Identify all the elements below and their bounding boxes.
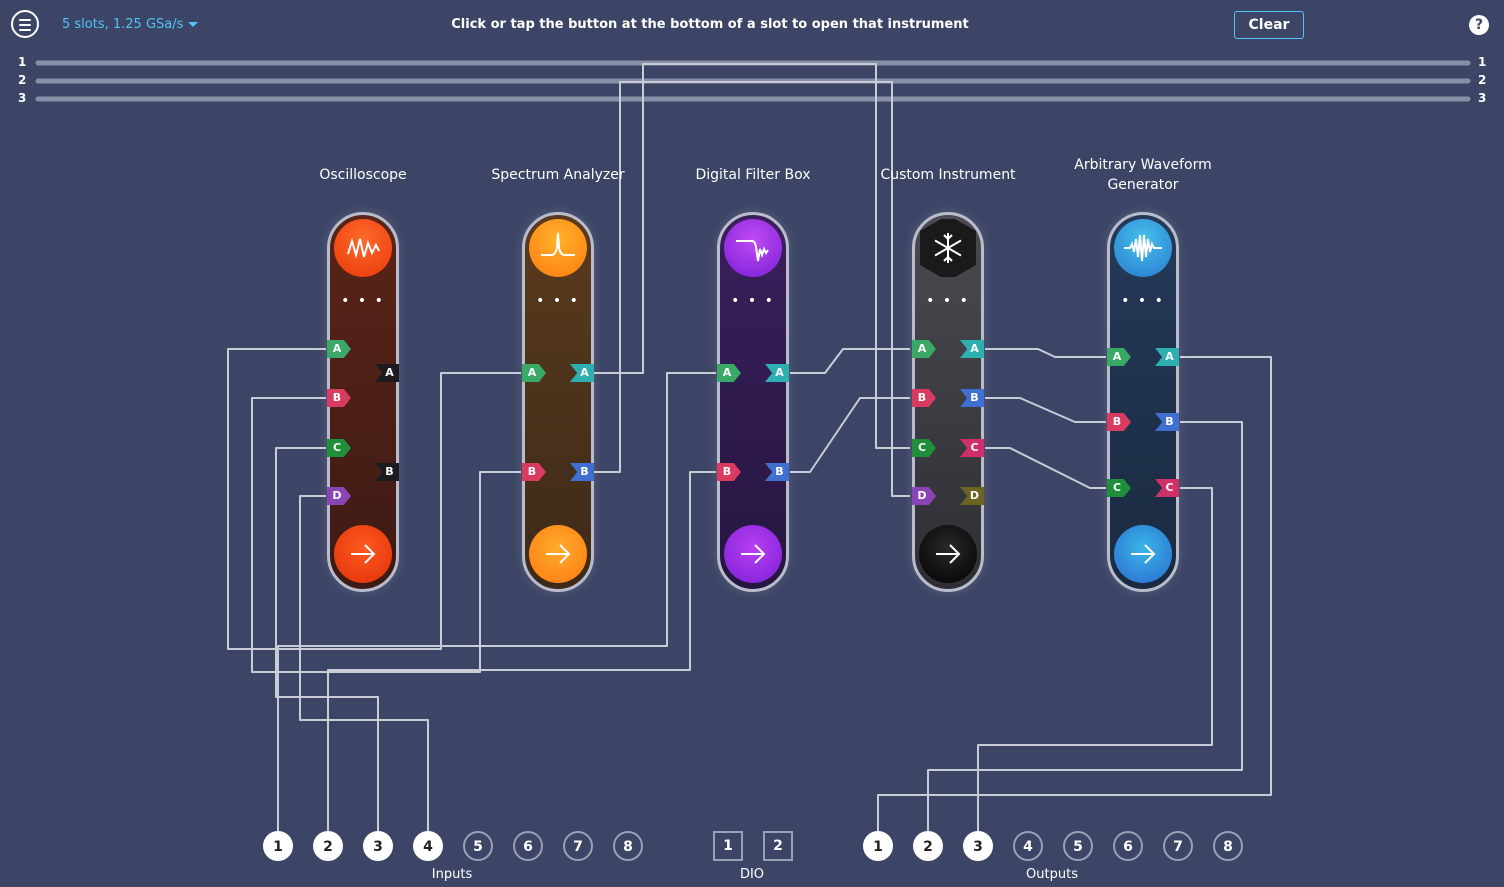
wire-in2-osc-b[interactable] — [251, 397, 329, 831]
output-6[interactable]: 6 — [1113, 831, 1143, 861]
bus-label-left-1: 1 — [18, 55, 27, 69]
input-5[interactable]: 5 — [463, 831, 493, 861]
wire-ci-a-awg-a[interactable] — [985, 348, 1106, 358]
waveform-icon[interactable] — [1114, 219, 1172, 277]
slot-title-oscilloscope: Oscilloscope — [319, 167, 407, 183]
slot-spectrum-analyzer: • • • — [522, 212, 594, 592]
slot-title-digital-filter-box: Digital Filter Box — [695, 167, 811, 183]
input-7[interactable]: 7 — [563, 831, 593, 861]
input-2[interactable]: 2 — [313, 831, 343, 861]
output-5[interactable]: 5 — [1063, 831, 1093, 861]
filter-icon[interactable] — [724, 219, 782, 277]
open-oscilloscope-button[interactable] — [334, 525, 392, 583]
input-4[interactable]: 4 — [413, 831, 443, 861]
wire-in1-sa-a[interactable] — [277, 372, 521, 831]
slot-menu-dots[interactable]: • • • — [915, 293, 981, 309]
snowflake-icon[interactable] — [919, 219, 977, 277]
dio-label: DIO — [739, 867, 765, 882]
slot-menu-dots[interactable]: • • • — [525, 293, 591, 309]
slot-menu-dots[interactable]: • • • — [1110, 293, 1176, 309]
slot-title-awg: Arbitrary Waveform Generator — [1074, 157, 1212, 193]
spectrum-icon[interactable] — [529, 219, 587, 277]
slot-menu-dots[interactable]: • • • — [330, 293, 396, 309]
output-4[interactable]: 4 — [1013, 831, 1043, 861]
oscilloscope-icon[interactable] — [334, 219, 392, 277]
bus-label-left-3: 3 — [18, 91, 27, 105]
slot-awg: • • • — [1107, 212, 1179, 592]
input-3[interactable]: 3 — [363, 831, 393, 861]
dio-2[interactable]: 2 — [763, 831, 793, 861]
slot-title-spectrum-analyzer: Spectrum Analyzer — [491, 167, 625, 183]
open-spectrum-analyzer-button[interactable] — [529, 525, 587, 583]
inputs-label: Inputs — [431, 867, 473, 882]
open-digital-filter-box-button[interactable] — [724, 525, 782, 583]
wire-ci-b-awg-b[interactable] — [985, 397, 1106, 423]
bus-label-right-3: 3 — [1478, 91, 1487, 105]
bus-label-right-1: 1 — [1478, 55, 1487, 69]
bus-label-right-2: 2 — [1478, 73, 1487, 87]
wire-ci-c-awg-c[interactable] — [985, 447, 1106, 489]
open-awg-button[interactable] — [1114, 525, 1172, 583]
input-8[interactable]: 8 — [613, 831, 643, 861]
output-1[interactable]: 1 — [863, 831, 893, 861]
dio-1[interactable]: 1 — [713, 831, 743, 861]
output-7[interactable]: 7 — [1163, 831, 1193, 861]
open-custom-instrument-button[interactable] — [919, 525, 977, 583]
slot-digital-filter-box: • • • — [717, 212, 789, 592]
output-2[interactable]: 2 — [913, 831, 943, 861]
bus-label-left-2: 2 — [18, 73, 27, 87]
output-8[interactable]: 8 — [1213, 831, 1243, 861]
slot-title-custom-instrument: Custom Instrument — [880, 167, 1016, 183]
input-1[interactable]: 1 — [263, 831, 293, 861]
outputs-label: Outputs — [1026, 867, 1078, 882]
output-3[interactable]: 3 — [963, 831, 993, 861]
input-6[interactable]: 6 — [513, 831, 543, 861]
slot-menu-dots[interactable]: • • • — [720, 293, 786, 309]
